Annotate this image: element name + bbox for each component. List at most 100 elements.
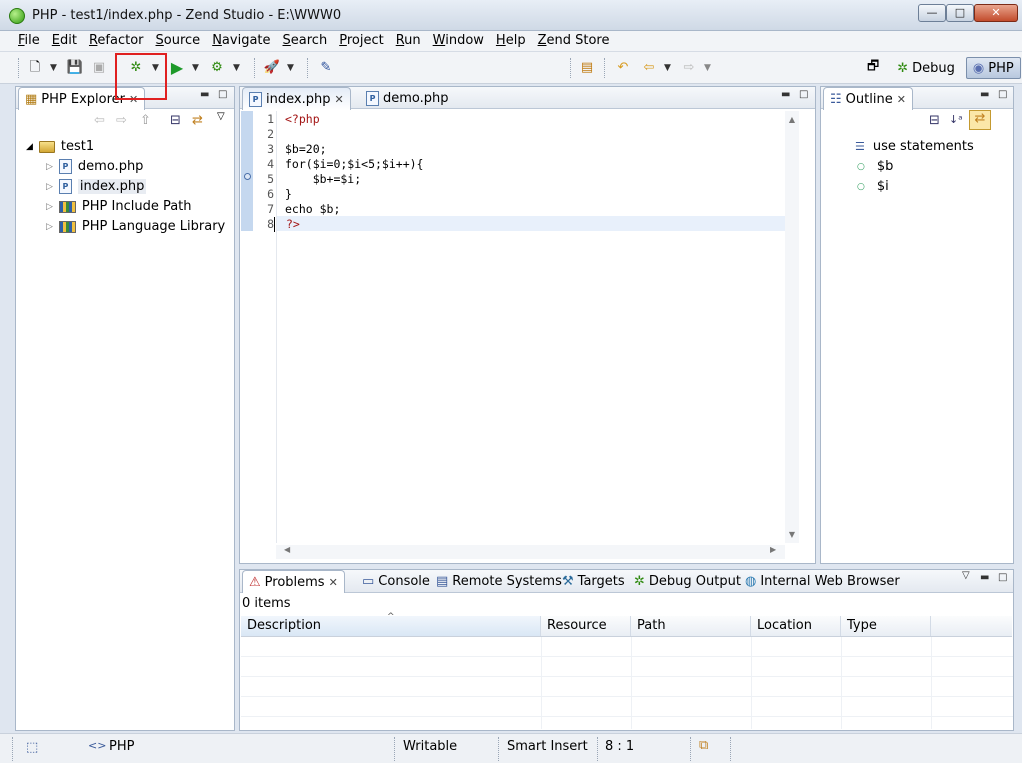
open-perspective-button[interactable]: 🗗 [860,57,886,79]
php-perspective-button[interactable]: ◉ PHP [965,57,1021,79]
scroll-up-icon[interactable]: ▲ [785,115,799,124]
menu-project[interactable]: Project [333,31,390,51]
last-edit-icon[interactable]: ↶ [614,59,632,77]
view-menu-icon[interactable]: ▽ [217,111,225,122]
collapsed-triangle-icon[interactable]: ▷ [46,202,53,212]
menu-window[interactable]: Window [427,31,490,51]
tab-demo-php[interactable]: P demo.php [360,87,455,109]
menu-source[interactable]: Source [150,31,207,51]
horizontal-scrollbar[interactable]: ◀ ▶ [276,545,785,559]
window-title: PHP - test1/index.php - Zend Studio - E:… [32,8,342,23]
new-file-icon[interactable]: 🗋 [26,59,44,77]
deploy-dropdown-icon[interactable]: ▼ [287,59,294,77]
tree-item-index-php[interactable]: ▷ P index.php [46,179,147,194]
vertical-scrollbar[interactable]: ▲ ▼ [785,111,799,543]
code-line: 6} [254,187,784,202]
forward-arrow-icon[interactable]: ⇨ [680,59,698,77]
link-with-editor-icon[interactable]: ⇄ [192,113,203,128]
save-icon[interactable]: 💾 [66,59,84,77]
close-window-button[interactable]: ✕ [974,4,1018,22]
tree-project-test1[interactable]: ◢ test1 [26,139,94,154]
tree-item-demo-php[interactable]: ▷ P demo.php [46,159,143,174]
minimize-view-icon[interactable]: ▬ [200,89,209,100]
debug-perspective-button[interactable]: ✲ Debug [890,57,962,79]
column-location[interactable]: Location [751,616,841,636]
tab-remote-systems[interactable]: ▤ Remote Systems [430,570,568,592]
forward-dropdown-icon[interactable]: ▼ [704,59,711,77]
collapsed-triangle-icon[interactable]: ▷ [46,182,53,192]
fast-view-icon[interactable]: ⬚ [26,740,38,755]
run-dropdown-icon[interactable]: ▼ [192,59,199,77]
maximize-view-icon[interactable]: □ [218,89,227,100]
back-dropdown-icon[interactable]: ▼ [664,59,671,77]
column-resource[interactable]: Resource [541,616,631,636]
collapse-all-icon[interactable]: ⊟ [170,113,181,128]
maximize-view-icon[interactable]: □ [998,89,1007,100]
deploy-rocket-icon[interactable]: 🚀 [263,59,281,77]
close-icon[interactable]: ✕ [897,93,906,106]
minimize-view-icon[interactable]: ▬ [781,89,790,100]
close-icon[interactable]: ✕ [329,576,338,589]
scroll-right-icon[interactable]: ▶ [770,545,776,554]
scroll-left-icon[interactable]: ◀ [284,545,290,554]
tab-problems[interactable]: ⚠ Problems ✕ [242,570,345,593]
collapse-all-icon[interactable]: ⊟ [929,113,940,128]
scroll-down-icon[interactable]: ▼ [785,530,799,539]
menu-help[interactable]: Help [490,31,532,51]
code-text: } [285,187,292,201]
minimize-view-icon[interactable]: ▬ [980,572,989,583]
maximize-view-icon[interactable]: □ [998,572,1007,583]
collapsed-triangle-icon[interactable]: ▷ [46,222,53,232]
view-menu-icon[interactable]: ▽ [962,570,970,581]
menu-refactor[interactable]: Refactor [83,31,150,51]
table-row [241,637,1013,657]
code-editor[interactable]: 1 <?php 2 3 $b=20; 4 for($i=0;$i<5;$i++){ 5… [254,112,784,232]
sort-az-icon[interactable]: ↓ᵃ [949,113,963,126]
new-dropdown-icon[interactable]: ▼ [50,59,57,77]
tree-item-include-path[interactable]: ▷ PHP Include Path [46,199,192,214]
toggle-breakpoint-icon[interactable]: ✎ [317,59,335,77]
open-perspective-lib-icon[interactable]: ▤ [578,59,596,77]
menu-search[interactable]: Search [277,31,334,51]
console-icon: ▭ [362,573,375,589]
open-perspective-icon: 🗗 [867,59,880,74]
maximize-view-icon[interactable]: □ [799,89,808,100]
tab-debug-output[interactable]: ✲ Debug Output [628,570,747,592]
up-icon[interactable]: ⇧ [140,113,151,128]
outline-item-b[interactable]: ○ $b [857,159,893,174]
close-icon[interactable]: ✕ [334,93,343,106]
expanded-triangle-icon[interactable]: ◢ [26,142,33,152]
link-with-editor-icon[interactable]: ⇄ [969,110,991,130]
save-all-icon[interactable]: ▣ [90,59,108,77]
forward-icon[interactable]: ⇨ [116,113,127,128]
tab-outline[interactable]: ☷ Outline ✕ [823,87,913,110]
tab-console[interactable]: ▭ Console [356,570,436,592]
column-path[interactable]: Path [631,616,751,636]
menu-edit[interactable]: Edit [46,31,83,51]
tab-index-php[interactable]: P index.php ✕ [242,87,351,110]
menu-file[interactable]: File [12,31,46,51]
table-row [241,677,1013,697]
column-type[interactable]: Type [841,616,931,636]
tree-item-label: PHP Include Path [81,199,192,214]
external-tools-icon[interactable]: ⚙ [208,59,226,77]
collapsed-triangle-icon[interactable]: ▷ [46,162,53,172]
menu-zend-store[interactable]: Zend Store [532,31,616,51]
outline-item-use-statements[interactable]: ☰ use statements [855,139,974,154]
run-icon[interactable]: ▶ [168,59,186,77]
menu-run[interactable]: Run [390,31,427,51]
library-icon [58,220,76,233]
back-icon[interactable]: ⇦ [94,113,105,128]
tree-item-language-library[interactable]: ▷ PHP Language Library [46,219,225,234]
task-progress-icon[interactable]: ⧉ [699,738,708,753]
status-bar: ⬚ <> PHP Writable Smart Insert 8 : 1 ⧉ [0,733,1022,763]
back-arrow-icon[interactable]: ⇦ [640,59,658,77]
minimize-button[interactable]: — [918,4,946,22]
minimize-view-icon[interactable]: ▬ [980,89,989,100]
external-tools-dropdown-icon[interactable]: ▼ [233,59,240,77]
maximize-button[interactable]: □ [946,4,974,22]
menu-navigate[interactable]: Navigate [206,31,276,51]
outline-item-i[interactable]: ○ $i [857,179,889,194]
tab-internal-web-browser[interactable]: ◍ Internal Web Browser [739,570,906,592]
tab-targets[interactable]: ⚒ Targets [556,570,631,592]
